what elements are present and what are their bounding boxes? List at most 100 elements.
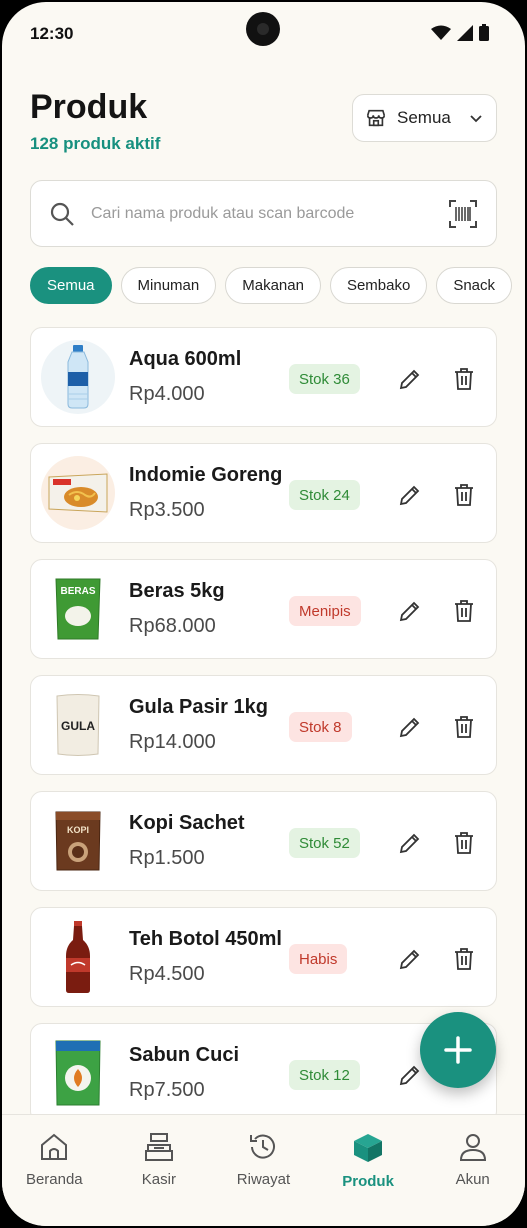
delete-button[interactable] bbox=[451, 830, 477, 856]
store-filter-label: Semua bbox=[397, 108, 451, 127]
stock-badge: Menipis bbox=[289, 596, 361, 626]
page-title: Produk bbox=[30, 88, 148, 126]
product-thumbnail: GULA bbox=[41, 688, 115, 762]
product-thumbnail bbox=[41, 340, 115, 414]
product-thumbnail: KOPI bbox=[41, 804, 115, 878]
active-product-count: 128 produk aktif bbox=[30, 134, 161, 153]
status-bar: 12:30 bbox=[2, 2, 525, 64]
signal-icon bbox=[457, 24, 473, 41]
detergent-pack-icon bbox=[55, 1040, 101, 1106]
product-price: Rp7.500 bbox=[129, 1079, 205, 1101]
tea-bottle-icon bbox=[66, 921, 90, 993]
noodle-pack-icon bbox=[48, 473, 108, 513]
chip-minuman[interactable]: Minuman bbox=[120, 267, 217, 304]
trash-icon bbox=[455, 832, 473, 854]
plus-icon bbox=[444, 1036, 472, 1064]
delete-button[interactable] bbox=[451, 714, 477, 740]
bottom-navigation: Beranda Kasir Riwayat Produk Akun bbox=[2, 1114, 525, 1226]
nav-label: Akun bbox=[455, 1171, 490, 1188]
product-thumbnail bbox=[41, 920, 115, 994]
chevron-down-icon bbox=[470, 115, 482, 123]
product-name: Beras 5kg bbox=[129, 580, 225, 602]
nav-label: Kasir bbox=[141, 1171, 176, 1188]
pencil-icon bbox=[399, 717, 420, 738]
stock-badge: Habis bbox=[289, 944, 348, 974]
nav-item-akun[interactable]: Akun bbox=[420, 1115, 525, 1226]
rice-bag-icon: BERAS bbox=[55, 578, 101, 640]
edit-button[interactable] bbox=[397, 946, 423, 972]
nav-item-riwayat[interactable]: Riwayat bbox=[211, 1115, 316, 1226]
status-icons bbox=[431, 24, 489, 41]
svg-text:BERAS: BERAS bbox=[60, 586, 95, 597]
edit-button[interactable] bbox=[397, 598, 423, 624]
box-icon bbox=[354, 1134, 383, 1162]
front-camera bbox=[246, 12, 280, 46]
product-card[interactable]: Aqua 600ml Rp4.000 Stok 36 bbox=[30, 327, 497, 427]
product-name: Gula Pasir 1kg bbox=[129, 696, 268, 718]
pencil-icon bbox=[399, 369, 420, 390]
pencil-icon bbox=[399, 833, 420, 854]
home-icon bbox=[41, 1133, 68, 1160]
edit-button[interactable] bbox=[397, 1062, 423, 1088]
search-icon bbox=[50, 202, 74, 226]
product-name: Teh Botol 450ml bbox=[129, 928, 282, 950]
history-icon bbox=[250, 1134, 276, 1159]
product-card[interactable]: Indomie Goreng Rp3.500 Stok 24 bbox=[30, 443, 497, 543]
nav-label: Riwayat bbox=[236, 1171, 291, 1188]
product-price: Rp14.000 bbox=[129, 731, 216, 753]
chip-snack[interactable]: Snack bbox=[436, 267, 513, 304]
delete-button[interactable] bbox=[451, 366, 477, 392]
search-input[interactable] bbox=[91, 204, 432, 223]
stock-badge: Stok 8 bbox=[289, 712, 352, 742]
chip-makanan[interactable]: Makanan bbox=[225, 267, 321, 304]
store-icon bbox=[366, 109, 386, 127]
product-thumbnail bbox=[41, 1036, 115, 1110]
product-name: Sabun Cuci bbox=[129, 1044, 240, 1066]
edit-button[interactable] bbox=[397, 482, 423, 508]
wifi-icon bbox=[431, 25, 451, 40]
nav-label: Produk bbox=[342, 1173, 394, 1190]
coffee-sachet-icon: KOPI bbox=[55, 811, 101, 871]
product-card[interactable]: Teh Botol 450ml Rp4.500 Habis bbox=[30, 907, 497, 1007]
delete-button[interactable] bbox=[451, 946, 477, 972]
sugar-bag-icon: GULA bbox=[56, 694, 100, 756]
delete-button[interactable] bbox=[451, 598, 477, 624]
pencil-icon bbox=[399, 601, 420, 622]
add-product-button[interactable] bbox=[420, 1012, 496, 1088]
product-price: Rp3.500 bbox=[129, 499, 205, 521]
svg-text:KOPI: KOPI bbox=[67, 825, 89, 835]
stock-badge: Stok 52 bbox=[289, 828, 360, 858]
edit-button[interactable] bbox=[397, 830, 423, 856]
nav-label: Beranda bbox=[25, 1171, 83, 1188]
status-time: 12:30 bbox=[30, 24, 74, 43]
product-price: Rp68.000 bbox=[129, 615, 216, 637]
product-card[interactable]: BERAS Beras 5kg Rp68.000 Menipis bbox=[30, 559, 497, 659]
user-icon bbox=[459, 1134, 486, 1161]
chip-semua[interactable]: Semua bbox=[30, 267, 112, 304]
product-name: Kopi Sachet bbox=[129, 812, 245, 834]
product-thumbnail bbox=[41, 456, 115, 530]
battery-icon bbox=[479, 24, 489, 41]
nav-item-produk[interactable]: Produk bbox=[316, 1115, 421, 1226]
nav-item-kasir[interactable]: Kasir bbox=[107, 1115, 212, 1226]
nav-item-beranda[interactable]: Beranda bbox=[2, 1115, 107, 1226]
trash-icon bbox=[455, 716, 473, 738]
product-price: Rp4.500 bbox=[129, 963, 205, 985]
barcode-scan-icon[interactable] bbox=[448, 199, 478, 229]
edit-button[interactable] bbox=[397, 714, 423, 740]
trash-icon bbox=[455, 484, 473, 506]
delete-button[interactable] bbox=[451, 482, 477, 508]
search-bar bbox=[30, 180, 497, 247]
product-thumbnail: BERAS bbox=[41, 572, 115, 646]
product-card[interactable]: GULA Gula Pasir 1kg Rp14.000 Stok 8 bbox=[30, 675, 497, 775]
product-name: Indomie Goreng bbox=[129, 464, 283, 486]
store-filter-dropdown[interactable]: Semua bbox=[352, 94, 497, 142]
product-price: Rp1.500 bbox=[129, 847, 205, 869]
water-bottle-icon bbox=[67, 345, 89, 409]
product-card[interactable]: KOPI Kopi Sachet Rp1.500 Stok 52 bbox=[30, 791, 497, 891]
chip-sembako[interactable]: Sembako bbox=[329, 267, 428, 304]
edit-button[interactable] bbox=[397, 366, 423, 392]
stock-badge: Stok 36 bbox=[289, 364, 360, 394]
product-name: Aqua 600ml bbox=[129, 348, 242, 370]
product-list: Aqua 600ml Rp4.000 Stok 36 Indomie Goren… bbox=[30, 327, 497, 1139]
